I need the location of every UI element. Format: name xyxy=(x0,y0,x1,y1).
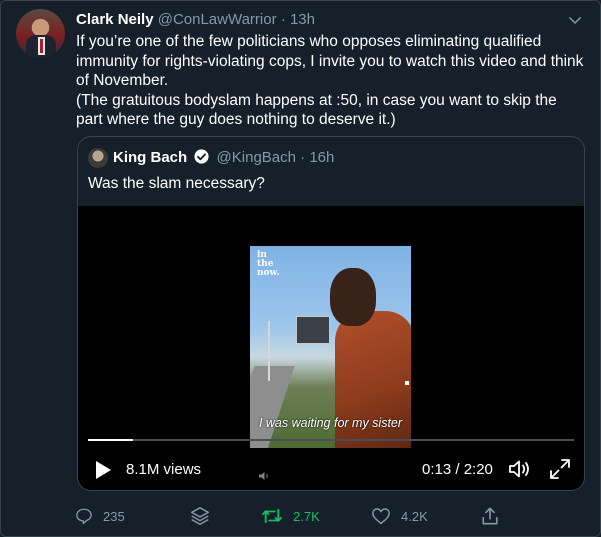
volume-icon[interactable] xyxy=(508,458,532,480)
stack-button[interactable] xyxy=(189,504,221,528)
video-time: 0:13 / 2:20 xyxy=(422,461,493,478)
video-road xyxy=(250,366,295,448)
fullscreen-icon[interactable] xyxy=(549,458,571,480)
tweet-header: Clark Neily @ConLawWarrior · 13h xyxy=(76,11,560,29)
author-avatar[interactable] xyxy=(16,9,65,58)
reply-icon xyxy=(76,508,92,525)
quoted-author-name[interactable]: King Bach xyxy=(113,149,187,166)
verified-badge-icon xyxy=(194,149,209,164)
like-icon xyxy=(372,508,390,525)
tweet-card[interactable]: Clark Neily @ConLawWarrior · 13h If you’… xyxy=(0,0,601,537)
retweet-button[interactable]: 2.7K xyxy=(261,504,320,528)
video-progress-fill xyxy=(88,439,134,441)
reply-button[interactable]: 235 xyxy=(75,504,125,528)
stack-icon xyxy=(191,507,209,525)
header-separator: · xyxy=(280,11,286,28)
video-frame[interactable]: in the now. I was waiting for my sister xyxy=(250,246,411,448)
reply-count: 235 xyxy=(103,508,125,524)
author-name[interactable]: Clark Neily xyxy=(76,11,154,28)
tweet-timestamp[interactable]: 13h xyxy=(290,11,315,28)
tweet-body: If you’re one of the few politicians who… xyxy=(76,32,586,130)
chevron-down-icon[interactable] xyxy=(566,11,584,29)
quoted-tweet[interactable]: King Bach @KingBach · 16h Was the slam n… xyxy=(77,136,585,491)
retweet-icon xyxy=(262,508,282,524)
like-button[interactable]: 4.2K xyxy=(371,504,428,528)
tweet-text-paragraph-1: If you’re one of the few politicians who… xyxy=(76,33,584,89)
view-count: 8.1M views xyxy=(126,461,202,478)
video-marker xyxy=(405,381,409,385)
video-caption: I was waiting for my sister xyxy=(258,416,403,430)
tweet-actions: 235 2.7K 4.2K xyxy=(75,504,505,528)
share-button[interactable] xyxy=(481,504,509,528)
wordmark-line-3: now. xyxy=(257,268,280,278)
like-count: 4.2K xyxy=(401,508,428,524)
author-handle[interactable]: @ConLawWarrior xyxy=(158,11,277,28)
quoted-header-separator: · xyxy=(300,149,306,166)
quoted-author-handle[interactable]: @KingBach xyxy=(217,149,296,166)
video-progress-bar[interactable] xyxy=(88,439,574,441)
quoted-tweet-text: Was the slam necessary? xyxy=(88,175,265,192)
quoted-author-avatar[interactable] xyxy=(88,148,108,168)
share-icon xyxy=(482,507,498,525)
play-icon[interactable] xyxy=(94,460,112,480)
quoted-tweet-header: King Bach @KingBach · 16h xyxy=(113,148,334,168)
video-wordmark: in the now. xyxy=(257,251,280,278)
video-person-head xyxy=(330,268,376,326)
quoted-timestamp[interactable]: 16h xyxy=(309,149,334,166)
retweet-count: 2.7K xyxy=(293,508,320,524)
avatar-tie xyxy=(40,39,43,53)
small-volume-icon xyxy=(259,472,268,480)
video-sign xyxy=(296,316,330,344)
video-player[interactable]: in the now. I was waiting for my sister … xyxy=(78,206,584,490)
video-pole xyxy=(268,321,270,381)
tweet-text-paragraph-2: (The gratuitous bodyslam happens at :50,… xyxy=(76,91,557,129)
